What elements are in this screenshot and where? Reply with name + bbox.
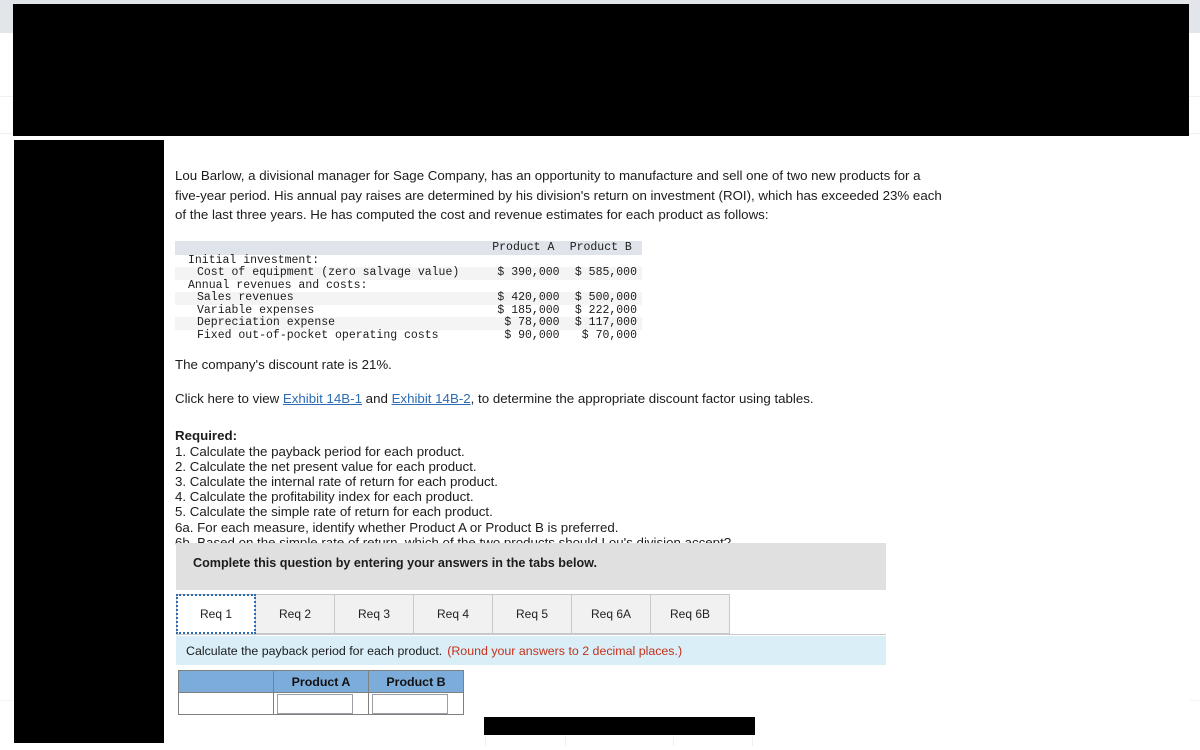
complete-question-text: Complete this question by entering your …: [193, 556, 597, 570]
row-value-b: $ 585,000: [574, 266, 637, 280]
answer-grid-header-blank: [178, 670, 274, 693]
tab-req-5[interactable]: Req 5: [493, 594, 572, 634]
tab-req-1-label: Req 1: [199, 607, 233, 621]
occlusion-overlay-bottom: [482, 715, 757, 737]
requirement-instruction-text: Calculate the payback period for each pr…: [186, 643, 443, 658]
table-row: [178, 692, 464, 715]
exhibit-suffix-text: , to determine the appropriate discount …: [470, 390, 814, 406]
row-value-a: $ 420,000: [497, 291, 560, 305]
required-heading: Required:: [175, 427, 238, 443]
tab-req-3[interactable]: Req 3: [335, 594, 414, 634]
estimates-table-header-row: Product A Product B: [175, 240, 642, 255]
estimates-header-product-a: Product A: [492, 240, 555, 254]
row-value-a: $ 90,000: [504, 329, 560, 343]
answer-grid-body: [178, 692, 464, 715]
exhibit-prefix-text: Click here to view: [175, 390, 283, 406]
table-row: Cost of equipment (zero salvage value) $…: [175, 266, 642, 280]
tab-req-4-label: Req 4: [436, 607, 470, 621]
required-item-5: 5. Calculate the simple rate of return f…: [175, 504, 493, 520]
answer-input-product-a[interactable]: [273, 692, 369, 715]
question-body: Lou Barlow, a divisional manager for Sag…: [175, 166, 965, 550]
answer-row-label: [178, 692, 274, 715]
exhibit-reference-line: Click here to view Exhibit 14B-1 and Exh…: [175, 391, 965, 406]
complete-question-banner: Complete this question by entering your …: [176, 543, 886, 590]
answer-grid-header-row: Product A Product B: [178, 670, 464, 693]
occlusion-overlay-left: [13, 139, 165, 744]
question-intro-text: Lou Barlow, a divisional manager for Sag…: [175, 168, 942, 222]
tab-req-6b-label: Req 6B: [669, 607, 711, 621]
estimates-table-body: Product A Product B Initial investment: …: [175, 240, 642, 343]
caret-icon: [278, 695, 286, 700]
table-row: Fixed out-of-pocket operating costs $ 90…: [175, 329, 642, 343]
requirement-instruction-strip: Calculate the payback period for each pr…: [176, 636, 886, 665]
tab-req-3-label: Req 3: [357, 607, 391, 621]
exhibit-middle-text: and: [361, 390, 392, 406]
tab-req-2-label: Req 2: [278, 607, 312, 621]
table-row: Sales revenues $ 420,000 $ 500,000: [175, 292, 642, 305]
tab-strip-filler: [730, 594, 886, 634]
requirement-tabs: Req 1 Req 2 Req 3 Req 4 Req 5 Req 6A Req…: [176, 594, 886, 635]
required-item-2: 2. Calculate the net present value for e…: [175, 458, 477, 474]
required-item-1: 1. Calculate the payback period for each…: [175, 443, 465, 459]
tab-req-2[interactable]: Req 2: [256, 594, 335, 634]
row-label: Cost of equipment (zero salvage value): [197, 266, 460, 280]
tab-req-6a-label: Req 6A: [590, 607, 632, 621]
answer-input-product-b[interactable]: [368, 692, 464, 715]
occlusion-overlay-top: [13, 4, 1189, 136]
discount-rate-text: The company's discount rate is 21%.: [175, 356, 392, 372]
row-value-b: $ 70,000: [581, 329, 637, 343]
row-value-b: $ 500,000: [574, 291, 637, 305]
tab-req-6a[interactable]: Req 6A: [572, 594, 651, 634]
estimates-header-product-b: Product B: [569, 240, 632, 254]
row-label: Sales revenues: [197, 291, 294, 305]
required-item-3: 3. Calculate the internal rate of return…: [175, 474, 499, 490]
exhibit-14b-1-link[interactable]: Exhibit 14B-1: [283, 391, 362, 406]
required-item-4: 4. Calculate the profitability index for…: [175, 489, 474, 505]
row-value-a: $ 390,000: [497, 266, 560, 280]
required-item-6a: 6a. For each measure, identify whether P…: [175, 519, 619, 535]
estimates-header-blank: [175, 241, 487, 255]
tab-req-4[interactable]: Req 4: [414, 594, 493, 634]
cost-revenue-estimates-table: Product A Product B Initial investment: …: [175, 240, 642, 343]
answer-grid-header-product-a: Product A: [273, 670, 369, 693]
tab-req-1[interactable]: Req 1: [176, 594, 256, 634]
answer-grid-header: Product A Product B: [178, 670, 464, 693]
row-label: Fixed out-of-pocket operating costs: [197, 329, 439, 343]
tab-req-6b[interactable]: Req 6B: [651, 594, 730, 634]
tab-req-5-label: Req 5: [515, 607, 549, 621]
answer-grid: Product A Product B: [178, 670, 464, 715]
requirement-rounding-note: (Round your answers to 2 decimal places.…: [447, 643, 683, 658]
exhibit-14b-2-link[interactable]: Exhibit 14B-2: [392, 391, 471, 406]
caret-icon: [373, 695, 381, 700]
answer-grid-header-product-b: Product B: [368, 670, 464, 693]
